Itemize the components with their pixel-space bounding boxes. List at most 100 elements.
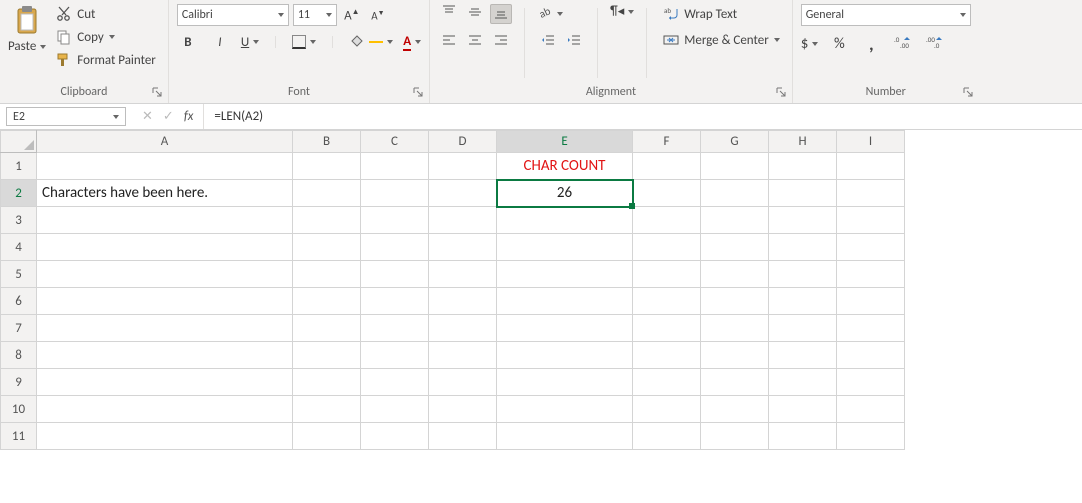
column-header[interactable]: G xyxy=(701,131,769,153)
cell[interactable] xyxy=(361,369,429,396)
cell-E1[interactable]: CHAR COUNT xyxy=(497,153,633,180)
decrease-decimal-button[interactable]: .00.0 xyxy=(924,34,946,54)
cell[interactable] xyxy=(497,234,633,261)
enter-formula-button[interactable]: ✓ xyxy=(163,109,174,124)
cell[interactable] xyxy=(361,342,429,369)
cell[interactable] xyxy=(701,180,769,207)
cell[interactable] xyxy=(293,315,361,342)
align-middle-button[interactable] xyxy=(464,4,486,24)
accounting-format-button[interactable]: $ xyxy=(801,35,819,53)
cell[interactable] xyxy=(361,315,429,342)
column-header[interactable]: D xyxy=(429,131,497,153)
cell[interactable] xyxy=(837,423,905,450)
cell[interactable] xyxy=(837,315,905,342)
cell[interactable] xyxy=(769,207,837,234)
cell[interactable] xyxy=(769,315,837,342)
column-header[interactable]: A xyxy=(37,131,293,153)
decrease-font-size-button[interactable]: A▼ xyxy=(367,5,389,25)
cell[interactable] xyxy=(497,423,633,450)
cell[interactable] xyxy=(429,423,497,450)
decrease-indent-button[interactable] xyxy=(537,32,559,52)
cell[interactable] xyxy=(293,207,361,234)
format-painter-button[interactable]: Format Painter xyxy=(52,50,160,70)
cell[interactable] xyxy=(837,369,905,396)
font-name-combo[interactable]: Calibri xyxy=(177,4,289,26)
row-header[interactable]: 2 xyxy=(1,180,37,207)
cell[interactable] xyxy=(293,180,361,207)
cell[interactable] xyxy=(497,396,633,423)
cell[interactable] xyxy=(37,315,293,342)
row-header[interactable]: 11 xyxy=(1,423,37,450)
column-header[interactable]: F xyxy=(633,131,701,153)
cell[interactable] xyxy=(429,315,497,342)
column-header[interactable]: I xyxy=(837,131,905,153)
cell[interactable] xyxy=(37,153,293,180)
cell[interactable] xyxy=(701,315,769,342)
align-left-button[interactable] xyxy=(438,32,460,52)
dialog-launcher-icon[interactable] xyxy=(150,85,164,99)
cell[interactable] xyxy=(429,369,497,396)
cell[interactable] xyxy=(769,423,837,450)
cell[interactable] xyxy=(633,396,701,423)
cell[interactable] xyxy=(37,342,293,369)
column-header[interactable]: E xyxy=(497,131,633,153)
cut-button[interactable]: Cut xyxy=(52,4,160,24)
cell[interactable] xyxy=(293,288,361,315)
cell[interactable] xyxy=(293,369,361,396)
cell[interactable] xyxy=(37,207,293,234)
column-header[interactable]: H xyxy=(769,131,837,153)
cell[interactable] xyxy=(837,234,905,261)
dialog-launcher-icon[interactable] xyxy=(411,85,425,99)
cell[interactable] xyxy=(769,396,837,423)
row-header[interactable]: 4 xyxy=(1,234,37,261)
cell[interactable] xyxy=(497,207,633,234)
cell[interactable] xyxy=(429,153,497,180)
cell[interactable] xyxy=(701,234,769,261)
cell[interactable] xyxy=(37,261,293,288)
cell[interactable] xyxy=(769,261,837,288)
row-header[interactable]: 8 xyxy=(1,342,37,369)
cell[interactable] xyxy=(633,342,701,369)
cell[interactable] xyxy=(293,342,361,369)
cell[interactable] xyxy=(429,234,497,261)
align-bottom-button[interactable] xyxy=(490,4,512,24)
font-color-button[interactable]: A xyxy=(403,34,421,51)
increase-indent-button[interactable] xyxy=(563,32,585,52)
borders-button[interactable] xyxy=(292,35,316,49)
cell[interactable] xyxy=(837,153,905,180)
row-header[interactable]: 7 xyxy=(1,315,37,342)
cell[interactable] xyxy=(429,396,497,423)
align-top-button[interactable] xyxy=(438,4,460,24)
cell[interactable] xyxy=(701,288,769,315)
cell[interactable] xyxy=(37,396,293,423)
row-header[interactable]: 3 xyxy=(1,207,37,234)
cell[interactable] xyxy=(701,153,769,180)
cell[interactable] xyxy=(837,261,905,288)
fill-handle[interactable] xyxy=(629,203,635,209)
cell[interactable] xyxy=(429,180,497,207)
paste-button[interactable]: Paste xyxy=(8,4,46,54)
cell[interactable] xyxy=(497,261,633,288)
cell[interactable] xyxy=(293,423,361,450)
cell[interactable] xyxy=(37,369,293,396)
cell[interactable] xyxy=(37,423,293,450)
cell[interactable] xyxy=(769,153,837,180)
cell[interactable] xyxy=(837,342,905,369)
cell[interactable] xyxy=(633,423,701,450)
cell[interactable] xyxy=(429,288,497,315)
cell[interactable] xyxy=(429,207,497,234)
cell[interactable] xyxy=(633,288,701,315)
wrap-text-button[interactable]: ab Wrap Text xyxy=(659,4,784,24)
cell[interactable] xyxy=(361,234,429,261)
increase-decimal-button[interactable]: .0.00 xyxy=(892,34,914,54)
column-header[interactable]: C xyxy=(361,131,429,153)
align-right-button[interactable] xyxy=(490,32,512,52)
cell[interactable] xyxy=(701,423,769,450)
cell[interactable] xyxy=(769,288,837,315)
cell[interactable] xyxy=(497,369,633,396)
cell[interactable] xyxy=(633,315,701,342)
copy-button[interactable]: Copy xyxy=(52,27,160,47)
cell[interactable] xyxy=(769,180,837,207)
cell[interactable] xyxy=(633,369,701,396)
cell[interactable] xyxy=(361,423,429,450)
